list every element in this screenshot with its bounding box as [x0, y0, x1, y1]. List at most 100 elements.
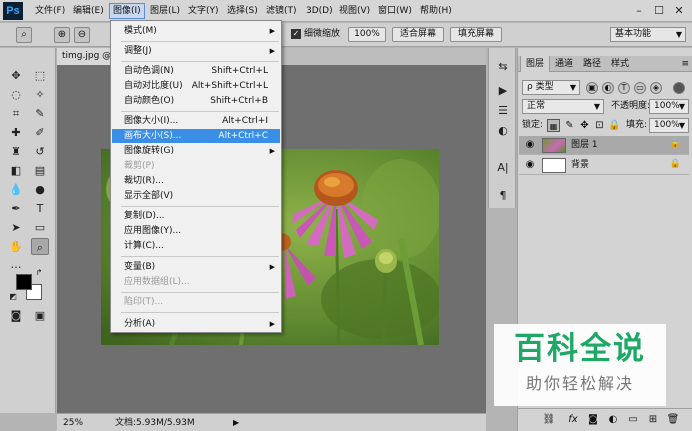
lock-transparency-icon[interactable]: ▦ — [547, 119, 560, 132]
marquee-tool-icon[interactable]: ⬚ — [31, 67, 49, 84]
menu-item-image-rotation[interactable]: 图像旋转(G) ▶ — [112, 144, 280, 158]
lock-all-icon[interactable]: 🔒 — [608, 119, 621, 132]
trash-icon[interactable]: 🗑 — [666, 413, 680, 427]
eraser-tool-icon[interactable]: ◧ — [7, 162, 25, 179]
crop-tool-icon[interactable]: ⌗ — [7, 105, 25, 122]
pixel-filter-icon[interactable]: ▣ — [586, 82, 598, 94]
maximize-button[interactable]: ☐ — [650, 3, 668, 19]
lock-position-icon[interactable]: ✥ — [578, 119, 591, 132]
menu-item-duplicate[interactable]: 复制(D)... — [112, 209, 280, 223]
menu-item-image-size[interactable]: 图像大小(I)... Alt+Ctrl+I — [112, 114, 280, 128]
lasso-tool-icon[interactable]: ◌ — [7, 86, 25, 103]
status-zoom[interactable]: 25% — [63, 417, 83, 429]
shape-filter-icon[interactable]: ▭ — [634, 82, 646, 94]
swap-colors-icon[interactable]: ↱ — [34, 268, 44, 278]
brush-tool-icon[interactable]: ✐ — [31, 124, 49, 141]
magic-wand-tool-icon[interactable]: ✧ — [31, 86, 49, 103]
layer-name[interactable]: 背景 — [571, 158, 589, 173]
eye-icon[interactable]: ◉ — [524, 159, 536, 171]
menu-type[interactable]: 文字(Y) — [185, 4, 222, 18]
menu-item-apply-data-set[interactable]: 应用数据组(L)... — [112, 275, 280, 289]
menu-view[interactable]: 视图(V) — [336, 4, 373, 18]
menu-select[interactable]: 选择(S) — [224, 4, 261, 18]
more-tools-icon[interactable]: … — [7, 256, 25, 273]
clone-stamp-tool-icon[interactable]: ♜ — [7, 143, 25, 160]
close-button[interactable]: ✕ — [670, 3, 688, 19]
menu-filter[interactable]: 滤镜(T) — [263, 4, 300, 18]
default-colors-icon[interactable]: ◩ — [8, 292, 18, 302]
hand-tool-icon[interactable]: ✋ — [7, 238, 25, 255]
menu-help[interactable]: 帮助(H) — [417, 4, 455, 18]
menu-item-analysis[interactable]: 分析(A) ▶ — [112, 317, 280, 331]
menu-image[interactable]: 图像(I) — [109, 3, 145, 19]
fill-input[interactable]: 100% ▼ — [649, 118, 689, 133]
menu-file[interactable]: 文件(F) — [32, 4, 68, 18]
smart-object-filter-icon[interactable]: ◈ — [650, 82, 662, 94]
panel-menu-icon[interactable]: ≡ — [681, 56, 689, 72]
history-brush-tool-icon[interactable]: ↺ — [31, 143, 49, 160]
layer-row[interactable]: ◉ 图层 1 🔒 — [519, 136, 689, 155]
opacity-input[interactable]: 100% ▼ — [649, 99, 689, 114]
tab-layers[interactable]: 图层 — [520, 56, 551, 72]
menu-item-reveal-all[interactable]: 显示全部(V) — [112, 189, 280, 203]
dodge-tool-icon[interactable]: ● — [31, 181, 49, 198]
menu-edit[interactable]: 编辑(E) — [70, 4, 107, 18]
menu-item-calculations[interactable]: 计算(C)... — [112, 239, 280, 253]
tab-paths[interactable]: 路径 — [578, 56, 606, 72]
type-tool-icon[interactable]: T — [31, 200, 49, 217]
link-layers-icon[interactable]: ⛓ — [542, 413, 556, 427]
tab-styles[interactable]: 样式 — [606, 56, 634, 72]
menu-window[interactable]: 窗口(W) — [375, 4, 415, 18]
character-panel-icon[interactable]: A| — [494, 160, 512, 176]
zoom-tool-preset-icon[interactable]: ⌕ — [16, 27, 32, 43]
path-selection-tool-icon[interactable]: ➤ — [7, 219, 25, 236]
scrubby-zoom-checkbox[interactable]: ✓ — [291, 29, 301, 39]
history-panel-icon[interactable]: ⇆ — [494, 59, 512, 75]
layer-style-icon[interactable]: fx — [566, 413, 580, 427]
menu-item-trim[interactable]: 裁切(R)... — [112, 174, 280, 188]
menu-layer[interactable]: 图层(L) — [147, 4, 183, 18]
type-filter-icon[interactable]: T — [618, 82, 630, 94]
filter-toggle-icon[interactable] — [673, 82, 685, 94]
menu-item-trap[interactable]: 陷印(T)... — [112, 295, 280, 309]
group-icon[interactable]: ▭ — [626, 413, 640, 427]
layer-row[interactable]: ◉ 背景 🔒 — [519, 156, 689, 175]
menu-item-auto-contrast[interactable]: 自动对比度(U) Alt+Shift+Ctrl+L — [112, 79, 280, 93]
healing-brush-tool-icon[interactable]: ✚ — [7, 124, 25, 141]
lock-image-icon[interactable]: ✎ — [563, 119, 576, 132]
menu-3d[interactable]: 3D(D) — [303, 4, 336, 18]
menu-item-adjustments[interactable]: 调整(J) ▶ — [112, 44, 280, 58]
menu-item-variables[interactable]: 变量(B) ▶ — [112, 260, 280, 274]
fill-screen-button[interactable]: 填充屏幕 — [450, 27, 502, 42]
new-layer-icon[interactable]: ⊞ — [646, 413, 660, 427]
minimize-button[interactable]: – — [630, 3, 648, 19]
screen-mode-icon[interactable]: ▣ — [31, 307, 49, 324]
gradient-tool-icon[interactable]: ▤ — [31, 162, 49, 179]
layer-name[interactable]: 图层 1 — [571, 138, 598, 153]
quick-mask-icon[interactable]: ◙ — [7, 307, 25, 324]
shape-tool-icon[interactable]: ▭ — [31, 219, 49, 236]
menu-item-mode[interactable]: 模式(M) ▶ — [112, 24, 280, 38]
adjustment-layer-icon[interactable]: ◐ — [606, 413, 620, 427]
menu-item-apply-image[interactable]: 应用图像(Y)... — [112, 224, 280, 238]
blend-mode-select[interactable]: 正常 ▼ — [522, 99, 604, 114]
eyedropper-tool-icon[interactable]: ✎ — [31, 105, 49, 122]
layer-mask-icon[interactable]: ◙ — [586, 413, 600, 427]
actions-panel-icon[interactable]: ▶ — [494, 83, 512, 99]
menu-item-canvas-size[interactable]: 画布大小(S)... Alt+Ctrl+C — [112, 129, 280, 143]
fit-screen-button[interactable]: 适合屏幕 — [392, 27, 444, 42]
move-tool-icon[interactable]: ✥ — [7, 67, 25, 84]
blur-tool-icon[interactable]: 💧 — [7, 181, 25, 198]
menu-item-auto-tone[interactable]: 自动色调(N) Shift+Ctrl+L — [112, 64, 280, 78]
zoom-tool-icon[interactable]: ⌕ — [31, 238, 49, 255]
tab-channels[interactable]: 通道 — [550, 56, 578, 72]
adjustment-filter-icon[interactable]: ◐ — [602, 82, 614, 94]
properties-panel-icon[interactable]: ☰ — [494, 103, 512, 119]
status-arrow-icon[interactable]: ▶ — [233, 417, 239, 429]
menu-item-crop[interactable]: 裁剪(P) — [112, 159, 280, 173]
zoom-out-icon[interactable]: ⊖ — [74, 27, 90, 43]
workspace-select[interactable]: 基本功能 ▼ — [610, 27, 686, 42]
zoom-in-icon[interactable]: ⊕ — [54, 27, 70, 43]
pen-tool-icon[interactable]: ✒ — [7, 200, 25, 217]
adjustments-panel-icon[interactable]: ◐ — [494, 123, 512, 139]
